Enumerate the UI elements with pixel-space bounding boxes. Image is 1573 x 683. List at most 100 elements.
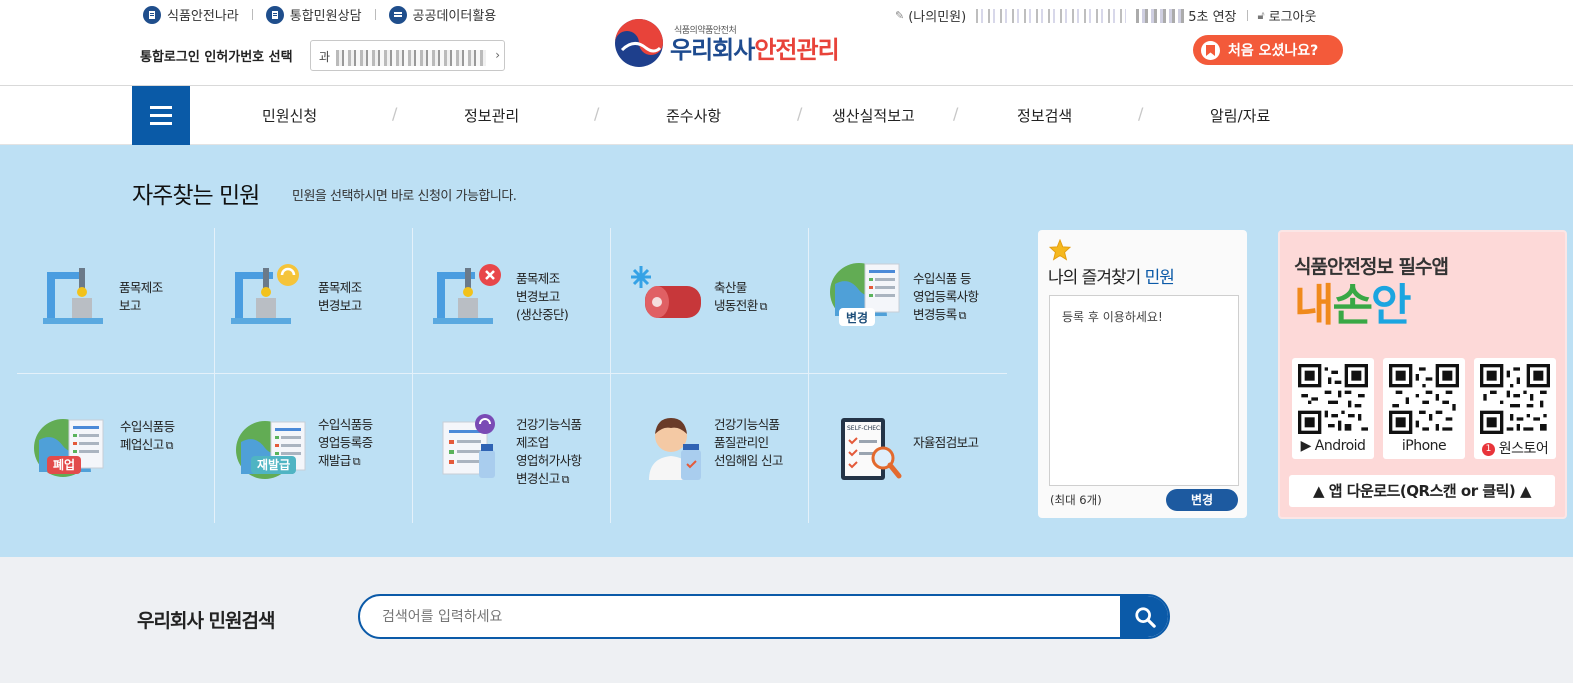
qr-android-button[interactable]: ▶ Android (1292, 358, 1374, 459)
favorites-max-note: (최대 6개) (1050, 493, 1102, 507)
tile-label: 수입식품 등 영업등록사항 변경등록 ⧉ (913, 271, 979, 322)
nav-divider: / (953, 104, 959, 123)
tile-label: 자율점검보고 (913, 435, 979, 450)
tile-badge-reissue: 재발급 (251, 456, 297, 474)
search-icon (1135, 606, 1156, 628)
favorites-list: 등록 후 이용하세요! (1049, 295, 1239, 486)
nav-item-compliance[interactable]: 준수사항 (666, 105, 721, 126)
site-logo[interactable]: 식품의약품안전처 우리회사안전관리 (614, 18, 840, 68)
tile-badge-closure: 폐업 (47, 456, 82, 474)
top-link-food-safety-korea[interactable]: 식품안전나라 (143, 5, 239, 24)
search-input[interactable] (360, 596, 1120, 637)
hamburger-icon-bar (150, 106, 172, 109)
external-link-icon: ⧉ (165, 439, 174, 452)
factory-robot-icon (43, 268, 103, 324)
divider (251, 9, 253, 20)
logo-subtitle: 식품의약품안전처 (674, 25, 737, 36)
frozen-meat-icon (631, 266, 701, 318)
tile-item-import-closure[interactable]: 폐업 수입식품등 폐업신고 ⧉ (17, 374, 215, 522)
nav-divider: / (594, 104, 600, 123)
lock-icon: 🔓︎ (1257, 8, 1265, 22)
hamburger-menu-button[interactable] (132, 86, 190, 145)
svg-text:SELF-CHECK: SELF-CHECK (847, 425, 885, 432)
tile-label: 수입식품등 영업등록증 재발급 ⧉ (318, 417, 373, 468)
redacted-text (336, 49, 487, 66)
tile-item-manufacture-change-stop[interactable]: 품목제조 변경보고 (생산중단) (413, 228, 611, 376)
app-promo-title: 식품안전정보 필수앱 (1294, 256, 1449, 278)
onestore-icon: 1 (1481, 442, 1495, 456)
petition-search-section: 우리회사 민원검색 (0, 557, 1573, 683)
logout-button[interactable]: 로그아웃 (1269, 6, 1317, 25)
qr-onestore-button[interactable]: 1 원스토어 (1474, 358, 1556, 459)
hamburger-icon-bar (150, 114, 172, 117)
pharmacist-icon (649, 418, 701, 480)
tile-item-import-change-register[interactable]: 변경 수입식품 등 영업등록사항 변경등록 ⧉ (809, 228, 1007, 376)
star-icon (1049, 239, 1071, 261)
tile-label: 축산물 냉동전환 ⧉ (714, 280, 768, 313)
chevron-right-icon: › (495, 48, 500, 62)
tile-badge-change: 변경 (839, 308, 876, 326)
top-link-label: 공공데이터활용 (412, 9, 497, 24)
license-number-select[interactable]: 과 › (310, 40, 505, 71)
factory-robot-stop-icon (433, 264, 501, 324)
my-petition-link[interactable]: (나의민원) (908, 6, 966, 25)
redacted-timer (1136, 8, 1185, 23)
top-link-integrated-counsel[interactable]: 통합민원상담 (265, 5, 362, 24)
tile-label: 건강기능식품 품질관리인 선임해임 신고 (714, 417, 783, 468)
app-promo-panel: 식품안전정보 필수앱 내손안 ▶ Android iPhone 1 원스토어 ▲… (1278, 230, 1567, 519)
tile-item-import-reissue[interactable]: 재발급 수입식품등 영업등록증 재발급 ⧉ (215, 374, 413, 522)
tile-label: 품목제조 변경보고 (318, 280, 362, 313)
license-select-value: 과 (319, 50, 331, 64)
first-visit-button[interactable]: 처음 오셨나요? (1193, 35, 1343, 65)
database-icon (388, 5, 407, 24)
search-box (358, 594, 1170, 639)
tile-item-self-check-report[interactable]: SELF-CHECK 자율점검보고 (809, 374, 1007, 522)
factory-robot-refresh-icon (231, 264, 299, 324)
favorites-empty-text: 등록 후 이용하세요! (1062, 310, 1163, 324)
tile-item-manufacture-change[interactable]: 품목제조 변경보고 (215, 228, 413, 376)
logo-title: 우리회사안전관리 (670, 35, 840, 64)
divider (374, 9, 376, 20)
top-utility-links: 식품안전나라 통합민원상담 공공데이터활용 (143, 5, 496, 24)
tile-item-health-food-quality-manager[interactable]: 건강기능식품 품질관리인 선임해임 신고 (611, 374, 809, 522)
store-label-onestore: 1 원스토어 (1474, 438, 1556, 458)
first-visit-label: 처음 오셨나요? (1228, 43, 1319, 59)
nav-item-notice-data[interactable]: 알림/자료 (1210, 105, 1270, 126)
app-brand-name: 내손안 (1294, 280, 1411, 331)
bookmark-icon (1201, 40, 1220, 60)
tile-item-manufacture-report[interactable]: 품목제조 보고 (17, 228, 215, 376)
external-link-icon: ⧉ (958, 309, 967, 322)
section-title: 자주찾는 민원 (132, 183, 260, 209)
store-label-android: ▶ Android (1300, 438, 1366, 454)
qr-code-icon (1389, 364, 1459, 434)
tile-label: 품목제조 변경보고 (생산중단) (516, 271, 569, 322)
session-extend-button[interactable]: 5초 연장 (1188, 6, 1236, 25)
hamburger-icon-bar (150, 122, 172, 125)
qr-iphone-button[interactable]: iPhone (1383, 358, 1465, 459)
favorites-panel: 나의 즐겨찾기 민원 등록 후 이용하세요! (최대 6개) 변경 (1038, 230, 1247, 518)
globe-document-icon (236, 421, 306, 479)
top-link-label: 통합민원상담 (289, 9, 362, 24)
nav-divider: / (797, 104, 803, 123)
nav-item-petition-apply[interactable]: 민원신청 (262, 105, 317, 126)
external-link-icon: ⧉ (759, 300, 768, 313)
document-icon (265, 5, 284, 24)
qr-code-icon (1298, 364, 1368, 434)
top-link-label: 식품안전나라 (167, 9, 239, 24)
self-check-clipboard-icon: SELF-CHECK (841, 418, 902, 480)
top-link-public-data[interactable]: 공공데이터활용 (388, 5, 497, 24)
external-link-icon: ⧉ (561, 473, 570, 486)
tile-label: 건강기능식품 제조업 영업허가사항 변경신고 ⧉ (516, 417, 582, 486)
app-download-button[interactable]: ▲ 앱 다운로드(QR스캔 or 클릭) ▲ (1289, 475, 1555, 507)
tile-item-livestock-frozen[interactable]: 축산물 냉동전환 ⧉ (611, 228, 809, 376)
nav-item-info-search[interactable]: 정보검색 (1017, 105, 1072, 126)
nav-item-info-management[interactable]: 정보관리 (464, 105, 519, 126)
login-license-label: 통합로그인 인허가번호 선택 (140, 50, 293, 65)
nav-item-production-report[interactable]: 생산실적보고 (832, 105, 915, 126)
divider (1246, 10, 1248, 21)
user-info-bar: ✎ (나의민원) 5초 연장 🔓︎ 로그아웃 (895, 6, 1316, 25)
nav-divider: / (392, 104, 398, 123)
favorites-change-button[interactable]: 변경 (1166, 489, 1238, 511)
search-button[interactable] (1120, 596, 1168, 637)
tile-item-health-food-permit-change[interactable]: 건강기능식품 제조업 영업허가사항 변경신고 ⧉ (413, 374, 611, 522)
